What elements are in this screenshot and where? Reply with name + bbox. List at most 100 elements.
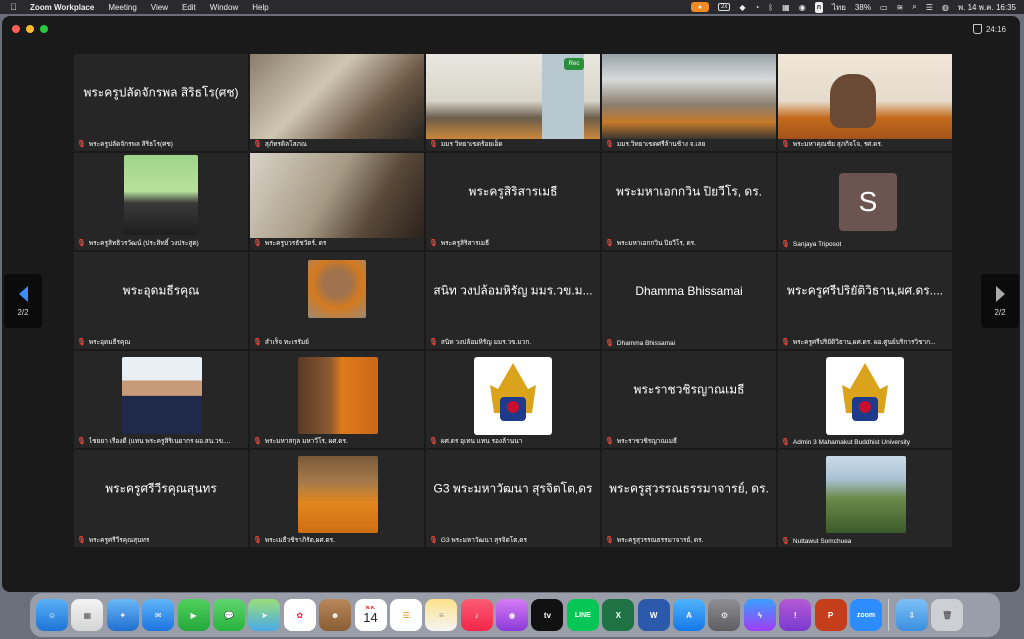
video-tile[interactable]: 🎙 มมร.วิทยาเขตศรีล้านช้าง จ.เลย <box>602 54 776 151</box>
podcasts-icon[interactable]: ◉ <box>496 599 529 631</box>
participant-name-large: พระครูสิริสารเมธี <box>468 184 558 199</box>
zoom-app-icon[interactable]: zoom <box>849 599 882 631</box>
video-tile[interactable]: Rec 🎙 มมร วิทยาเขตร้อยเอ็ด <box>426 54 600 151</box>
video-tile[interactable]: 🎙 ไชยยา เรืองดี (แทน พระครูสิริเนยากร ผอ.… <box>74 351 248 448</box>
video-tile[interactable]: 🎙 ผศ.ดร อุเทน แทน รองล้านนา <box>426 351 600 448</box>
window-controls <box>12 25 48 33</box>
datetime[interactable]: พ. 14 พ.ค. 16:35 <box>958 1 1016 14</box>
downloads-folder-icon[interactable]: ⇩ <box>895 599 928 631</box>
menu-help[interactable]: Help <box>252 3 268 12</box>
video-tile[interactable]: พระราชวชิรญาณเมธี 🎙 พระราชวชิรญาณเมธี <box>602 351 776 448</box>
menu-window[interactable]: Window <box>210 3 238 12</box>
video-tile[interactable]: 🎙 พระเมธีวชิราภิรัต,ผศ.ดร. <box>250 450 424 547</box>
video-tile[interactable]: พระอุดมธีรคุณ 🎙 พระอุดมธีรคุณ <box>74 252 248 349</box>
university-seal-logo <box>826 357 904 435</box>
notes-icon[interactable]: ≡ <box>425 599 458 631</box>
messages-icon[interactable]: 💬 <box>212 599 245 631</box>
video-tile[interactable]: G3 พระมหาวัฒนา สุรจิตโต,ดร 🎙 G3 พระมหาวัฒ… <box>426 450 600 547</box>
bluetooth-icon[interactable]: ᛒ <box>768 3 773 12</box>
previous-page-button[interactable]: 2/2 <box>4 274 42 328</box>
wifi-status-icon[interactable]: ◔ <box>754 3 759 12</box>
fullscreen-window-button[interactable] <box>40 25 48 33</box>
battery-icon[interactable]: ▭ <box>880 3 888 12</box>
video-tile[interactable]: สนิท วงปล้อมหิรัญ มมร.วข.ม... 🎙 สนิท วงปล… <box>426 252 600 349</box>
line-icon[interactable]: LINE <box>566 599 599 631</box>
wifi-icon[interactable]: ≋ <box>897 3 904 12</box>
photos-icon[interactable]: ✿ <box>283 599 316 631</box>
video-tile[interactable]: 🎙 Nuttawut Somchuea <box>778 450 952 547</box>
participant-name-large: พระครูศรีวีรคุณสุนทร <box>105 481 217 496</box>
video-tile[interactable]: พระครูปลัดจักรพล สิริธโร(ศช) 🎙 พระครูปลัด… <box>74 54 248 151</box>
app-store-icon[interactable]: A <box>673 599 706 631</box>
participant-label: 🎙 พระครูศรีปริยัติวิธาน,ผศ.ดร. ผอ.ศูนย์บร… <box>781 339 936 346</box>
page-indicator-left: 2/2 <box>17 307 29 317</box>
video-tile[interactable]: 🎙 พระครูสิทธิวรวัฒน์ (ประสิทธิ์ วงประสูต) <box>74 153 248 250</box>
messenger-icon[interactable]: ϟ <box>743 599 776 631</box>
search-icon[interactable]: ⌕ <box>912 2 916 12</box>
input-language[interactable]: ไทย <box>832 1 846 14</box>
minimize-window-button[interactable] <box>26 25 34 33</box>
video-tile[interactable]: พระครูสุวรรณธรรมาจารย์, ดร. 🎙 พระครูสุวรร… <box>602 450 776 547</box>
next-page-button[interactable]: 2/2 <box>981 274 1019 328</box>
feedback-icon[interactable]: ! <box>779 599 812 631</box>
profile-photo <box>298 456 378 533</box>
contacts-icon[interactable]: ☻ <box>319 599 352 631</box>
safari-icon[interactable]: ✦ <box>106 599 139 631</box>
calendar-icon[interactable]: พ.ค. 14 <box>354 599 387 631</box>
launchpad-icon[interactable]: ▦ <box>71 599 104 631</box>
input-source-icon[interactable]: ก <box>814 1 823 13</box>
reminders-icon[interactable]: ☰ <box>389 599 422 631</box>
seal-icon <box>490 363 536 421</box>
mic-muted-icon: 🎙 <box>77 537 86 544</box>
video-tile[interactable]: Dhamma Bhissamai 🎙 Dhamma Bhissamai <box>602 252 776 349</box>
menu-meeting[interactable]: Meeting <box>108 3 136 12</box>
facetime-icon[interactable]: ▶ <box>177 599 210 631</box>
profile-photo <box>298 357 378 434</box>
music-icon[interactable]: ♪ <box>460 599 493 631</box>
user-icon[interactable]: ◉ <box>799 3 806 12</box>
apple-tv-icon[interactable]: tv <box>531 599 564 631</box>
video-tile[interactable]: S 🎙 Sanjaya Triposot <box>778 153 952 250</box>
battery-percent[interactable]: 38% <box>855 3 871 12</box>
participant-label: 🎙 G3 พระมหาวัฒนา สุรจิตโต,ดร <box>429 537 527 544</box>
apple-icon[interactable]:  <box>10 2 20 12</box>
word-icon[interactable]: W <box>637 599 670 631</box>
mic-muted-icon: 🎙 <box>605 438 614 445</box>
video-tile[interactable]: 🎙 พระมหาสกุล มหาวีโร, ผศ.ดร. <box>250 351 424 448</box>
video-tile[interactable]: 🎙 สุภัทรดิลโสภณ <box>250 54 424 151</box>
timer-value: 24:16 <box>985 24 1006 34</box>
control-center-icon[interactable]: ☰ <box>926 3 933 12</box>
dropbox-icon[interactable]: ◆ <box>739 3 745 12</box>
maps-icon[interactable]: ➤ <box>248 599 281 631</box>
finder-icon[interactable]: ☺ <box>36 599 68 631</box>
video-tile[interactable]: 🎙 พระมหาคุณชัย สุภกิจโจ, รศ.ดร. <box>778 54 952 151</box>
close-window-button[interactable] <box>12 25 20 33</box>
app-menu[interactable]: Zoom Workplace <box>30 3 94 12</box>
trash-icon[interactable]: 🗑 <box>931 599 964 631</box>
meeting-timer[interactable]: 24:16 <box>972 24 1006 34</box>
powerpoint-icon[interactable]: P <box>814 599 847 631</box>
video-tile[interactable]: พระครูศรีวีรคุณสุนทร 🎙 พระครูศรีวีรคุณสุน… <box>74 450 248 547</box>
video-tile[interactable]: พระมหาเอกกวิน ปิยวีโร, ดร. 🎙 พระมหาเอกกวิ… <box>602 153 776 250</box>
participant-label: 🎙 สนิท วงปล้อมหิรัญ มมร.วข.มวก. <box>429 339 532 346</box>
system-settings-icon[interactable]: ⚙ <box>708 599 741 631</box>
keyboard-icon[interactable]: ▦ <box>782 3 790 12</box>
calendar-day: 14 <box>363 610 378 625</box>
participant-name-large: พระครูศรีปริยัติวิธาน,ผศ.ดร.... <box>786 283 944 298</box>
video-tile[interactable]: 🎙 สำเร็จ ทะเรรัมย์ <box>250 252 424 349</box>
menu-edit[interactable]: Edit <box>182 3 196 12</box>
zoom-meeting-window: 24:16 2/2 2/2 พระครูปลัดจักรพล สิริธโร(ศ… <box>2 16 1020 592</box>
video-tile[interactable]: พระครูศรีปริยัติวิธาน,ผศ.ดร.... 🎙 พระครูศ… <box>778 252 952 349</box>
video-tile[interactable]: พระครูสิริสารเมธี 🎙 พระครูสิริสารเมธี <box>426 153 600 250</box>
participant-label: 🎙 Nuttawut Somchuea <box>781 537 852 546</box>
video-tile[interactable]: 🎙 Admin 3 Mahamakut Buddhist University <box>778 351 952 448</box>
gallery-grid: พระครูปลัดจักรพล สิริธโร(ศช) 🎙 พระครูปลัด… <box>74 54 952 548</box>
mail-icon[interactable]: ✉ <box>142 599 175 631</box>
participant-label: 🎙 พระมหาคุณชัย สุภกิจโจ, รศ.ดร. <box>781 141 883 148</box>
video-tile[interactable]: 🎙 พระครูบวรธัชวัตร์, ดร <box>250 153 424 250</box>
siri-icon[interactable]: ◍ <box>942 3 949 12</box>
menu-view[interactable]: View <box>151 3 168 12</box>
microphone-icon[interactable]: ● <box>690 2 709 12</box>
display-badge[interactable]: 2x <box>717 3 731 11</box>
excel-icon[interactable]: X <box>602 599 635 631</box>
